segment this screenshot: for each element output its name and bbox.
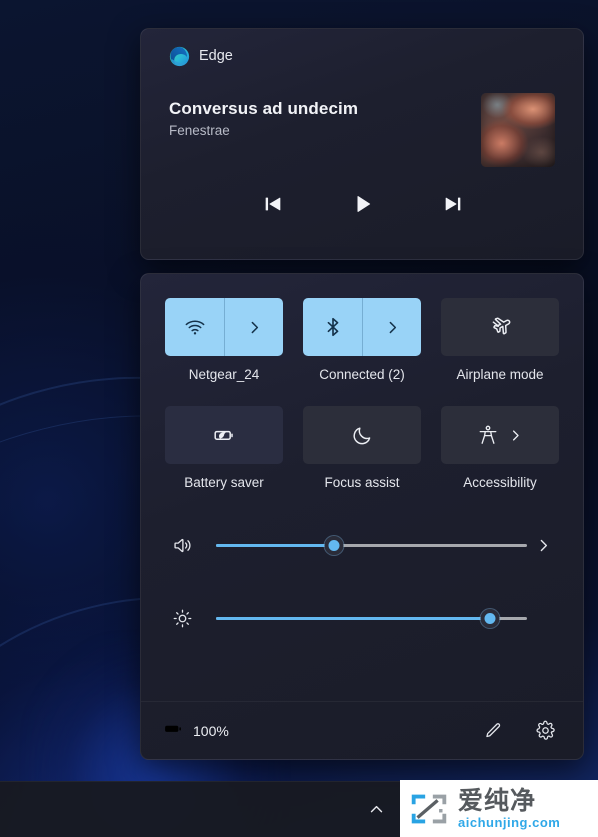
chevron-right-icon: [512, 429, 519, 441]
bluetooth-tile[interactable]: [303, 298, 421, 356]
focus-assist-tile[interactable]: [303, 406, 421, 464]
media-metadata: Conversus ad undecim Fenestrae: [169, 93, 358, 138]
battery-full-icon: [163, 718, 184, 744]
next-track-button[interactable]: [436, 189, 470, 219]
watermark-logo-icon: [406, 786, 452, 832]
quick-settings-flyout: Netgear_24 Connected (2) Airplane mode B…: [140, 273, 584, 760]
battery-saver-tile[interactable]: [165, 406, 283, 464]
battery-status[interactable]: 100%: [163, 718, 229, 744]
tile-cell-wifi: Netgear_24: [165, 298, 283, 382]
brightness-slider-fill: [216, 616, 490, 620]
focus-assist-tile-label: Focus assist: [324, 475, 400, 490]
tile-cell-focus-assist: Focus assist: [303, 406, 421, 490]
tile-cell-airplane-mode: Airplane mode: [441, 298, 559, 382]
watermark-cn-text: 爱纯净: [458, 786, 537, 815]
watermark-overlay: 爱纯净 aichunjing.com: [400, 780, 598, 837]
media-track-artist: Fenestrae: [169, 123, 230, 138]
airplane-mode-tile-label: Airplane mode: [456, 367, 544, 382]
focus-assist-tile-main[interactable]: [303, 406, 421, 464]
quick-settings-footer: 100%: [141, 701, 583, 759]
accessibility-tile-main[interactable]: [441, 406, 559, 464]
brightness-slider[interactable]: [216, 608, 527, 628]
brightness-icon: [165, 608, 199, 629]
tile-cell-accessibility: Accessibility: [441, 406, 559, 490]
volume-output-chevron-button[interactable]: [527, 537, 559, 554]
tile-cell-battery-saver: Battery saver: [165, 406, 283, 490]
taskbar-overflow-chevron-up-icon[interactable]: [354, 791, 398, 829]
footer-actions: [477, 715, 561, 747]
edge-icon: [169, 46, 190, 67]
quick-settings-tile-grid-row1: Netgear_24 Connected (2) Airplane mode: [165, 298, 559, 382]
bluetooth-tile-chevron-button[interactable]: [362, 298, 421, 356]
previous-track-button[interactable]: [256, 189, 290, 219]
watermark-en-text: aichunjing.com: [458, 814, 561, 830]
accessibility-tile-label: Accessibility: [463, 475, 537, 490]
speaker-icon[interactable]: [165, 535, 199, 556]
tile-cell-bluetooth: Connected (2): [303, 298, 421, 382]
edit-quick-settings-button[interactable]: [477, 715, 509, 747]
volume-slider-row: [165, 528, 559, 562]
accessibility-icon: [479, 425, 497, 444]
quick-settings-tile-grid-row2: Battery saver Focus assist Accessibility: [165, 406, 559, 490]
battery-saver-tile-main[interactable]: [165, 406, 283, 464]
airplane-mode-tile-main[interactable]: [441, 298, 559, 356]
wifi-tile-label: Netgear_24: [188, 367, 260, 382]
watermark-text: 爱纯净 aichunjing.com: [458, 786, 561, 830]
accessibility-tile[interactable]: [441, 406, 559, 464]
battery-percent-label: 100%: [193, 722, 229, 739]
volume-slider-fill: [216, 543, 335, 547]
volume-slider-thumb[interactable]: [324, 535, 344, 555]
media-controls: [169, 189, 557, 219]
media-track-title: Conversus ad undecim: [169, 99, 359, 118]
play-button[interactable]: [346, 189, 380, 219]
wifi-tile[interactable]: [165, 298, 283, 356]
album-art-thumbnail: [481, 93, 555, 167]
settings-gear-button[interactable]: [529, 715, 561, 747]
bluetooth-tile-main[interactable]: [303, 298, 362, 356]
wifi-tile-chevron-button[interactable]: [224, 298, 283, 356]
airplane-mode-tile[interactable]: [441, 298, 559, 356]
media-header: Edge: [169, 43, 557, 69]
brightness-slider-row: [165, 601, 559, 635]
brightness-slider-thumb[interactable]: [480, 608, 500, 628]
slider-area: [165, 528, 559, 635]
media-body: Conversus ad undecim Fenestrae: [169, 93, 557, 167]
accessibility-icon-group: [477, 424, 523, 446]
bluetooth-tile-label: Connected (2): [319, 367, 405, 382]
battery-saver-tile-label: Battery saver: [184, 475, 264, 490]
wifi-tile-main[interactable]: [165, 298, 224, 356]
media-app-name: Edge: [199, 48, 233, 64]
media-transport-flyout: Edge Conversus ad undecim Fenestrae: [140, 28, 584, 260]
volume-slider[interactable]: [216, 535, 527, 555]
